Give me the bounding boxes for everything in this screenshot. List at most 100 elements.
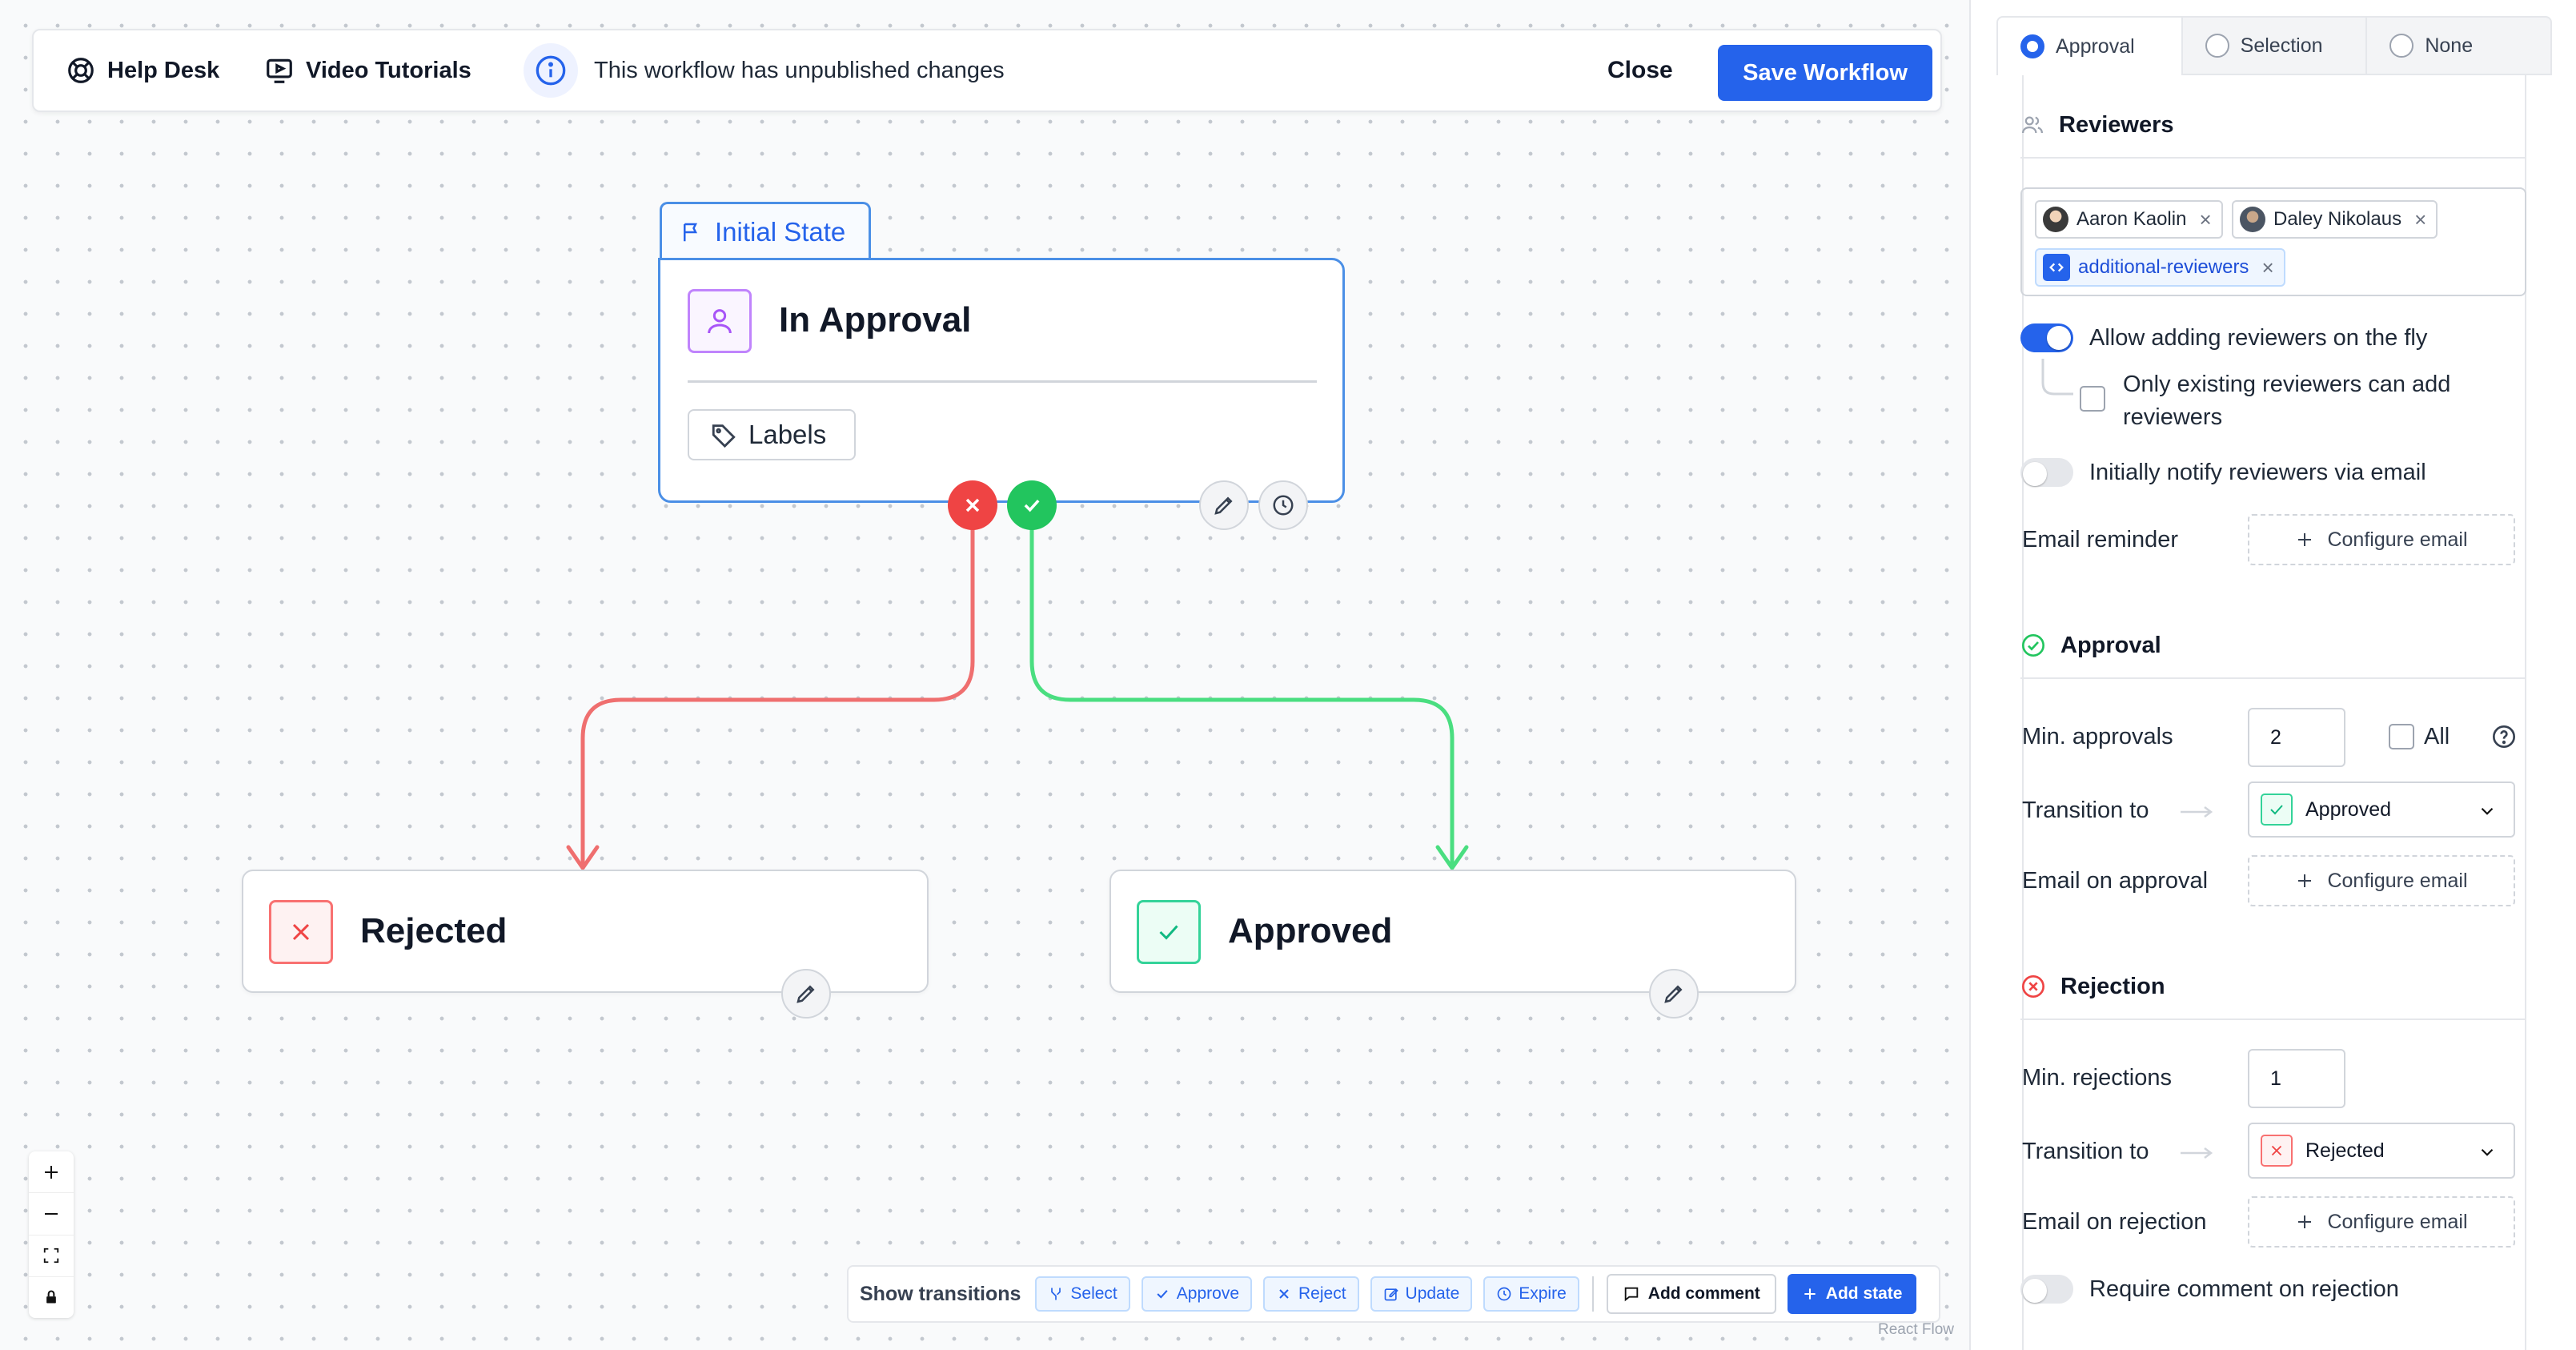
help-desk-label: Help Desk (107, 57, 220, 83)
tab-selection-label: Selection (2240, 34, 2323, 57)
fit-view-button[interactable] (29, 1235, 74, 1277)
chevron-down-icon (2477, 1142, 2498, 1163)
reviewer-variable-name: additional-reviewers (2078, 256, 2249, 278)
allow-adding-toggle[interactable] (2020, 323, 2073, 352)
tab-none[interactable]: None (2367, 16, 2553, 75)
comment-icon (1623, 1285, 1640, 1303)
rejection-transition-select[interactable]: Rejected (2248, 1123, 2515, 1179)
pencil-icon (794, 982, 818, 1006)
reviewer-chip[interactable]: Daley Nikolaus × (2232, 200, 2438, 239)
help-desk-link[interactable]: Help Desk (66, 30, 219, 110)
minus-icon (42, 1204, 61, 1223)
remove-reviewer-icon[interactable]: × (2414, 207, 2426, 232)
approved-node[interactable]: Approved (1109, 870, 1796, 993)
zoom-out-button[interactable] (29, 1193, 74, 1235)
video-tutorials-link[interactable]: Video Tutorials (264, 30, 471, 110)
initial-state-label: Initial State (715, 216, 846, 247)
notify-email-toggle[interactable] (2020, 458, 2073, 487)
only-existing-checkbox[interactable] (2080, 386, 2105, 412)
reviewer-name: Aaron Kaolin (2076, 208, 2187, 230)
edit-approval-node-button[interactable] (1199, 480, 1249, 530)
toolbar-divider (1591, 1276, 1594, 1312)
update-transition-toggle[interactable]: Update (1370, 1276, 1473, 1312)
approve-edge[interactable] (1029, 528, 1455, 868)
in-approval-node[interactable]: In Approval Labels (658, 258, 1345, 503)
node-divider (688, 380, 1317, 383)
radio-none[interactable] (2389, 34, 2414, 58)
reviewer-variable-chip[interactable]: additional-reviewers × (2035, 248, 2285, 287)
reject-handle[interactable] (948, 480, 997, 530)
clock-icon (1496, 1286, 1512, 1302)
fit-view-icon (42, 1247, 60, 1264)
user-icon (688, 289, 752, 353)
section-divider (2020, 1019, 2526, 1020)
require-comment-label: Require comment on rejection (2089, 1276, 2399, 1302)
help-circle-icon[interactable] (2491, 724, 2517, 749)
select-chip-label: Select (1070, 1284, 1117, 1303)
mode-tabs: Approval Selection None (1996, 16, 2553, 75)
approve-transition-toggle[interactable]: Approve (1141, 1276, 1252, 1312)
arrow-right-icon (2181, 806, 2213, 818)
approval-transition-value: Approved (2305, 798, 2392, 821)
labels-button[interactable]: Labels (688, 409, 856, 460)
unpublished-notice: This workflow has unpublished changes (524, 43, 1005, 98)
x-icon (2261, 1135, 2293, 1167)
tab-selection[interactable]: Selection (2182, 16, 2368, 75)
rejected-node[interactable]: Rejected (242, 870, 929, 993)
tab-approval[interactable]: Approval (1996, 16, 2183, 75)
close-button[interactable]: Close (1607, 30, 1673, 110)
add-comment-button[interactable]: Add comment (1606, 1274, 1776, 1314)
video-icon (264, 55, 295, 86)
expire-transition-toggle[interactable]: Expire (1483, 1276, 1579, 1312)
tag-icon (710, 421, 737, 448)
edit-approved-node-button[interactable] (1649, 969, 1699, 1019)
approval-title: Approval (2060, 632, 2161, 658)
workflow-toolbar: Help Desk Video Tutorials This workflow … (32, 29, 1942, 112)
configure-reminder-email-button[interactable]: Configure email (2248, 514, 2515, 565)
reject-edge[interactable] (580, 528, 975, 868)
add-comment-label: Add comment (1647, 1284, 1760, 1303)
reviewer-chip[interactable]: Aaron Kaolin × (2035, 200, 2223, 239)
avatar (2043, 207, 2068, 232)
section-divider (2020, 157, 2526, 159)
min-rejections-input[interactable]: 1 (2248, 1049, 2345, 1108)
code-icon (2043, 254, 2070, 281)
min-approvals-input[interactable]: 2 (2248, 708, 2345, 767)
tab-approval-label: Approval (2056, 34, 2135, 58)
check-icon (1154, 1286, 1170, 1302)
configure-approval-email-button[interactable]: Configure email (2248, 855, 2515, 906)
chevron-down-icon (2477, 801, 2498, 822)
remove-reviewer-icon[interactable]: × (2199, 207, 2211, 232)
avatar (2240, 207, 2265, 232)
flag-icon (680, 220, 704, 244)
reviewers-input[interactable]: Aaron Kaolin × Daley Nikolaus × addition… (2020, 187, 2526, 296)
min-rejections-label: Min. rejections (2022, 1065, 2172, 1091)
email-on-approval-label: Email on approval (2022, 868, 2209, 894)
remove-reviewer-icon[interactable]: × (2261, 255, 2273, 280)
add-state-button[interactable]: Add state (1787, 1274, 1917, 1314)
configure-rejection-email-button[interactable]: Configure email (2248, 1196, 2515, 1248)
all-approvals-checkbox[interactable] (2389, 724, 2414, 749)
react-flow-attribution[interactable]: React Flow (1878, 1321, 1954, 1339)
lock-button[interactable] (29, 1277, 74, 1318)
approval-transition-select[interactable]: Approved (2248, 781, 2515, 838)
approve-handle[interactable] (1007, 480, 1057, 530)
require-comment-toggle[interactable] (2020, 1275, 2073, 1304)
edit-rejected-node-button[interactable] (781, 969, 831, 1019)
workflow-canvas[interactable]: Help Desk Video Tutorials This workflow … (0, 0, 1969, 1350)
plus-icon (1802, 1286, 1818, 1302)
reject-transition-toggle[interactable]: Reject (1263, 1276, 1359, 1312)
labels-label: Labels (748, 420, 827, 449)
transitions-toolbar: Show transitions Select Approve Reject U… (847, 1265, 1940, 1323)
expire-timer-button[interactable] (1258, 480, 1308, 530)
plus-icon (2295, 871, 2314, 890)
radio-selection[interactable] (2205, 34, 2229, 58)
update-chip-label: Update (1405, 1284, 1460, 1303)
radio-approval[interactable] (2020, 34, 2044, 58)
save-workflow-button[interactable]: Save Workflow (1718, 45, 1932, 101)
select-transition-toggle[interactable]: Select (1035, 1276, 1130, 1312)
only-existing-label: Only existing reviewers can add reviewer… (2123, 372, 2451, 430)
zoom-in-button[interactable] (29, 1151, 74, 1194)
lock-icon (43, 1289, 59, 1305)
configure-email-label: Configure email (2327, 1210, 2468, 1233)
